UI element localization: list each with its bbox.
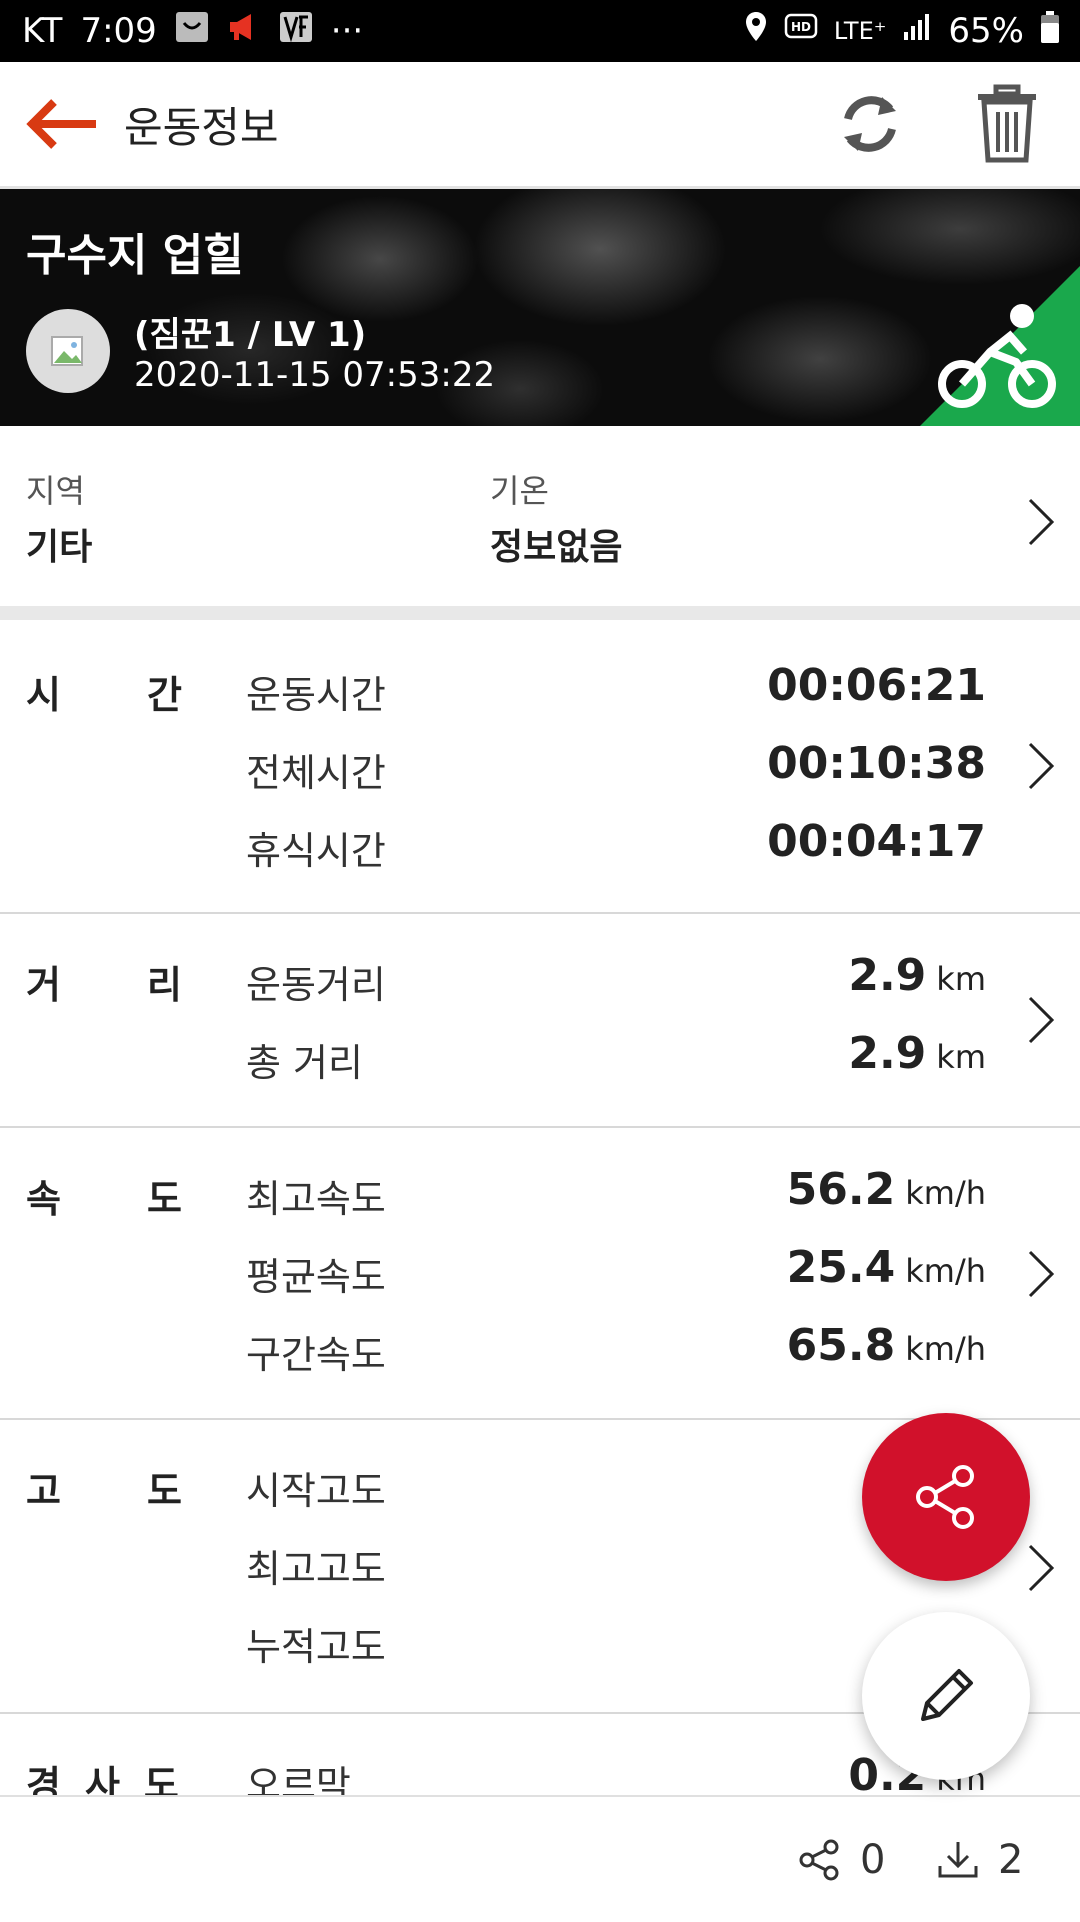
notification-app-icon [175, 11, 209, 52]
battery-icon [1040, 10, 1060, 53]
share-count: 0 [860, 1837, 886, 1883]
trash-icon[interactable] [974, 84, 1040, 164]
activity-title: 구수지 업힐 [26, 230, 244, 281]
download-icon [938, 1842, 978, 1878]
row-value: 00:06:21 [767, 660, 986, 711]
distance-section[interactable]: 거리 운동거리 2.9 km 총 거리 2.9 km [0, 914, 1080, 1128]
row-value: 65.8 km/h [786, 1320, 986, 1371]
share-count-button[interactable]: 0 [798, 1837, 885, 1883]
row-label: 운동시간 [246, 673, 386, 717]
divider [0, 606, 1080, 620]
row-value: 2.9 km [848, 950, 986, 1001]
status-bar: KT 7:09 ··· HD LTE⁺ 65% [0, 0, 1080, 62]
chevron-right-icon[interactable] [1026, 740, 1056, 792]
edit-fab[interactable] [862, 1612, 1030, 1780]
row-label: 구간속도 [246, 1333, 386, 1377]
carrier-label: KT [22, 11, 63, 51]
back-arrow-icon[interactable] [22, 94, 98, 154]
row-label: 오르막 [246, 1763, 351, 1795]
page-title: 운동정보 [124, 102, 279, 152]
chevron-right-icon[interactable] [1026, 994, 1056, 1046]
row-value: 2.9 km [848, 1028, 986, 1079]
row-label: 총 거리 [246, 1041, 363, 1085]
info-row[interactable]: 지역 기타 기온 정보없음 [0, 426, 1080, 606]
clock: 7:09 [80, 11, 157, 51]
vpn-app-icon [279, 11, 313, 52]
row-value: 00:04:17 [767, 816, 986, 867]
region-label: 지역 [26, 472, 85, 510]
download-count: 2 [998, 1837, 1024, 1883]
row-label: 휴식시간 [246, 829, 386, 873]
row-value: 25.4 km/h [786, 1242, 986, 1293]
time-section[interactable]: 시간 운동시간 00:06:21 전체시간 00:10:38 휴식시간 00:0… [0, 620, 1080, 914]
chevron-right-icon[interactable] [1026, 1248, 1056, 1300]
refresh-icon[interactable] [830, 89, 910, 159]
bottom-bar: 0 2 [0, 1795, 1080, 1922]
speed-section[interactable]: 속도 최고속도 56.2 km/h 평균속도 25.4 km/h 구간속도 65.8… [0, 1128, 1080, 1420]
svg-text:HD: HD [791, 20, 811, 34]
share-fab[interactable] [862, 1413, 1030, 1581]
temperature-label: 기온 [490, 472, 549, 510]
row-value: 00:10:38 [767, 738, 986, 789]
row-label: 최고속도 [246, 1177, 386, 1221]
row-label: 최고고도 [246, 1547, 386, 1591]
share-icon [799, 1839, 839, 1881]
section-label: 거리 [26, 963, 268, 1007]
activity-datetime: 2020-11-15 07:53:22 [134, 355, 496, 395]
row-label: 누적고도 [246, 1625, 386, 1669]
pencil-icon [921, 1669, 973, 1721]
megaphone-icon [227, 11, 261, 52]
section-label: 경사도 [26, 1763, 203, 1795]
broken-image-icon [51, 336, 83, 366]
download-count-button[interactable]: 2 [936, 1837, 1023, 1883]
row-label: 시작고도 [246, 1469, 386, 1513]
hd-voice-icon: HD [784, 11, 818, 51]
location-icon [744, 11, 768, 52]
signal-icon [902, 11, 932, 51]
section-label: 속도 [26, 1177, 268, 1221]
more-notifications-indicator: ··· [330, 11, 364, 51]
chevron-right-icon[interactable] [1026, 496, 1056, 548]
row-label: 평균속도 [246, 1255, 386, 1299]
activity-header: 구수지 업힐 (짐꾼1 / LV 1) 2020-11-15 07:53:22 [0, 189, 1080, 426]
avatar[interactable] [26, 309, 110, 393]
sport-badge [920, 266, 1080, 426]
battery-percent: 65% [948, 11, 1024, 51]
user-level: (짐꾼1 / LV 1) [134, 315, 367, 355]
share-icon [916, 1465, 974, 1529]
row-value: 56.2 km/h [786, 1164, 986, 1215]
temperature-value: 정보없음 [490, 527, 623, 568]
section-label: 시간 [26, 673, 268, 717]
app-bar: 운동정보 [0, 62, 1080, 189]
section-label: 고도 [26, 1469, 268, 1513]
row-label: 전체시간 [246, 751, 386, 795]
network-type: LTE⁺ [833, 17, 887, 45]
chevron-right-icon[interactable] [1026, 1542, 1056, 1594]
region-value: 기타 [26, 527, 93, 568]
row-label: 운동거리 [246, 963, 386, 1007]
